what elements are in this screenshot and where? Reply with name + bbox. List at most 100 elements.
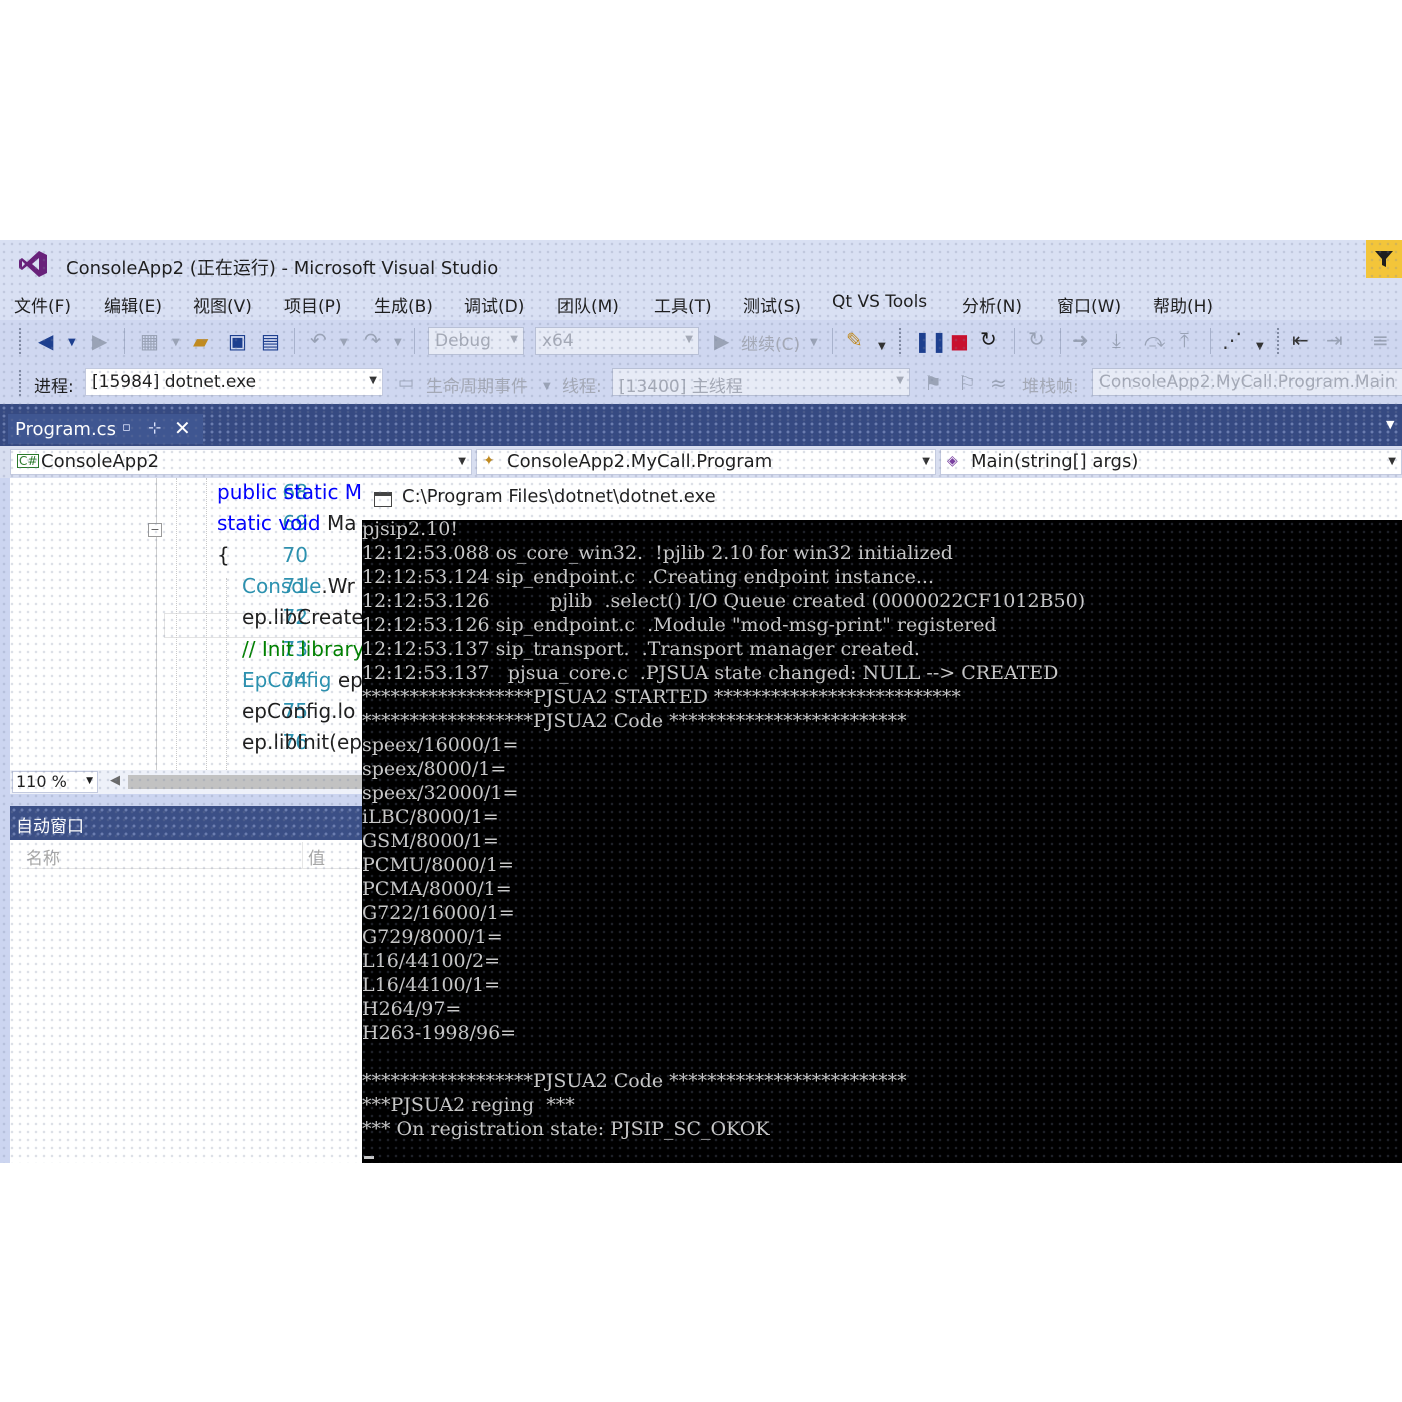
code-line: epConfig.lo [242,699,355,723]
menu-project[interactable]: 项目(P) [284,292,342,317]
browser-link-icon[interactable]: ✎ [846,329,863,351]
console-line: ***PJSUA2 reging *** [362,1094,575,1116]
menu-build[interactable]: 生成(B) [374,292,433,317]
pin-icon[interactable]: ▫ [122,420,131,435]
type-dropdown[interactable]: ✦ ConsoleApp2.MyCall.Program ▼ [476,449,936,475]
code-token: // Init library [242,636,365,661]
indent-icon[interactable]: ⇥ [1326,329,1343,351]
code-token: ep.libCreate [242,605,364,630]
open-folder-icon[interactable]: ▰ [193,330,208,352]
restart-icon[interactable]: ↻ [980,328,997,350]
project-dropdown[interactable]: C# ConsoleApp2 ▼ [10,449,472,475]
dock-icon[interactable]: ⊹ [148,418,161,437]
browser-dropdown-icon[interactable]: ▼ [878,336,886,358]
pause-icon[interactable]: ❚❚ [914,330,948,352]
thread-tree-icon[interactable]: ≈ [990,372,1007,394]
lifecycle-dropdown-icon[interactable]: ▼ [543,376,551,398]
column-name-header[interactable]: 名称 [26,844,60,869]
start-icon[interactable]: ▶ [714,330,729,352]
horizontal-scrollbar[interactable] [128,775,362,789]
console-line: H263-1998/96= [362,1022,517,1044]
editor-status-bar: 110 % ▼ ◀ [10,770,362,794]
new-project-icon[interactable]: ▦ [140,330,159,352]
show-next-statement-icon[interactable]: ➜ [1072,329,1089,351]
continue-button[interactable]: 继续(C) [741,330,800,355]
flag-all-icon[interactable]: ⚐ [958,372,976,394]
scroll-left-icon[interactable]: ◀ [110,773,120,788]
code-line: { [217,543,230,567]
menu-team[interactable]: 团队(M) [557,292,619,317]
stack-frame-dropdown[interactable]: ConsoleApp2.MyCall.Program.Main [1092,368,1402,396]
column-value-header[interactable]: 值 [308,844,325,869]
member-dropdown[interactable]: ◈ Main(string[] args) ▼ [940,449,1402,475]
menu-qt-vs-tools[interactable]: Qt VS Tools [832,292,927,312]
menu-file[interactable]: 文件(F) [14,292,71,317]
back-icon[interactable]: ◀ [38,330,53,352]
redo-icon[interactable]: ↷ [364,329,381,351]
stack-frame-label: 堆栈帧: [1022,377,1079,397]
tab-program-cs[interactable]: Program.cs ▫ ⊹ ✕ [8,414,203,444]
menu-help[interactable]: 帮助(H) [1153,292,1213,317]
process-value: [15984] dotnet.exe [92,372,257,392]
console-line: L16/44100/1= [362,974,501,996]
menu-window[interactable]: 窗口(W) [1057,292,1121,317]
undo-dropdown-icon[interactable]: ▼ [340,332,348,354]
lifecycle-events-button[interactable]: 生命周期事件 [426,372,528,397]
console-line: PCMA/8000/1= [362,878,512,900]
step-over-icon[interactable]: ⤼ [1144,329,1165,351]
chevron-down-icon: ▼ [1388,456,1396,467]
auto-window-title[interactable]: 自动窗口 [16,812,84,837]
console-line: G722/16000/1= [362,902,515,924]
menu-analyze[interactable]: 分析(N) [962,292,1022,317]
zoom-dropdown[interactable]: 110 % ▼ [12,771,98,793]
platform-dropdown[interactable]: x64 ▼ [535,327,699,355]
chevron-down-icon: ▼ [458,456,466,467]
hot-reload-icon[interactable]: ↻ [1028,328,1045,350]
save-icon[interactable]: ▣ [228,330,247,352]
console-title-bar[interactable]: C:\Program Files\dotnet\dotnet.exe [362,478,1402,520]
console-line: 12:12:53.088 os_core_win32. !pjlib 2.10 … [362,542,953,564]
collapse-toggle[interactable]: − [148,523,162,537]
back-dropdown-icon[interactable]: ▼ [68,332,76,354]
toolbar-grip[interactable] [18,327,22,355]
console-window-icon [374,492,392,507]
forward-icon[interactable]: ▶ [92,330,107,352]
console-window[interactable]: C:\Program Files\dotnet\dotnet.exe pjsip… [362,478,1402,1163]
menu-edit[interactable]: 编辑(E) [104,292,162,317]
outdent-icon[interactable]: ⇤ [1292,329,1309,351]
flag-thread-icon[interactable]: ⚑ [924,372,942,394]
menu-tools[interactable]: 工具(T) [654,292,712,317]
stop-icon[interactable]: ■ [950,330,969,352]
continue-dropdown-icon[interactable]: ▼ [810,332,818,354]
menu-test[interactable]: 测试(S) [743,292,801,317]
window-title: ConsoleApp2 (正在运行) - Microsoft Visual St… [66,258,499,279]
undo-icon[interactable]: ↶ [310,329,327,351]
menu-view[interactable]: 视图(V) [193,292,252,317]
config-dropdown[interactable]: Debug ▼ [428,327,524,355]
chevron-down-icon: ▼ [685,334,693,345]
step-into-icon[interactable]: ⤓ [1112,329,1121,351]
new-dropdown-icon[interactable]: ▼ [172,332,180,354]
filter-button[interactable] [1366,240,1402,278]
redo-dropdown-icon[interactable]: ▼ [394,332,402,354]
tab-label: Program.cs [15,419,116,440]
process-dropdown[interactable]: [15984] dotnet.exe ▼ [85,368,383,396]
hex-dropdown-icon[interactable]: ▼ [1256,336,1264,358]
comment-icon[interactable]: ≡ [1372,329,1389,351]
chevron-down-icon: ▼ [922,456,930,467]
step-out-icon[interactable]: ⤒ [1180,329,1189,351]
navigation-bar: C# ConsoleApp2 ▼ ✦ ConsoleApp2.MyCall.Pr… [0,446,1402,478]
code-line: // Init library [242,637,365,661]
hex-display-icon[interactable]: ⋰ [1222,329,1242,351]
close-icon[interactable]: ✕ [174,416,191,440]
thread-dropdown[interactable]: [13400] 主线程 ▼ [612,368,910,396]
code-line: ep.libCreate [242,605,364,629]
code-editor[interactable]: − 68 69 70 71 72 73 74 75 76 public static Mstat… [10,478,365,770]
tabs-dropdown-icon[interactable]: ▼ [1386,418,1394,431]
stack-frame-value: ConsoleApp2.MyCall.Program.Main [1099,372,1396,392]
menu-debug[interactable]: 调试(D) [464,292,524,317]
save-all-icon[interactable]: ▤ [261,330,280,352]
lifecycle-icon[interactable]: ▭ [398,372,414,394]
console-line: 12:12:53.124 sip_endpoint.c .Creating en… [362,566,935,588]
chevron-down-icon: ▼ [896,375,904,386]
